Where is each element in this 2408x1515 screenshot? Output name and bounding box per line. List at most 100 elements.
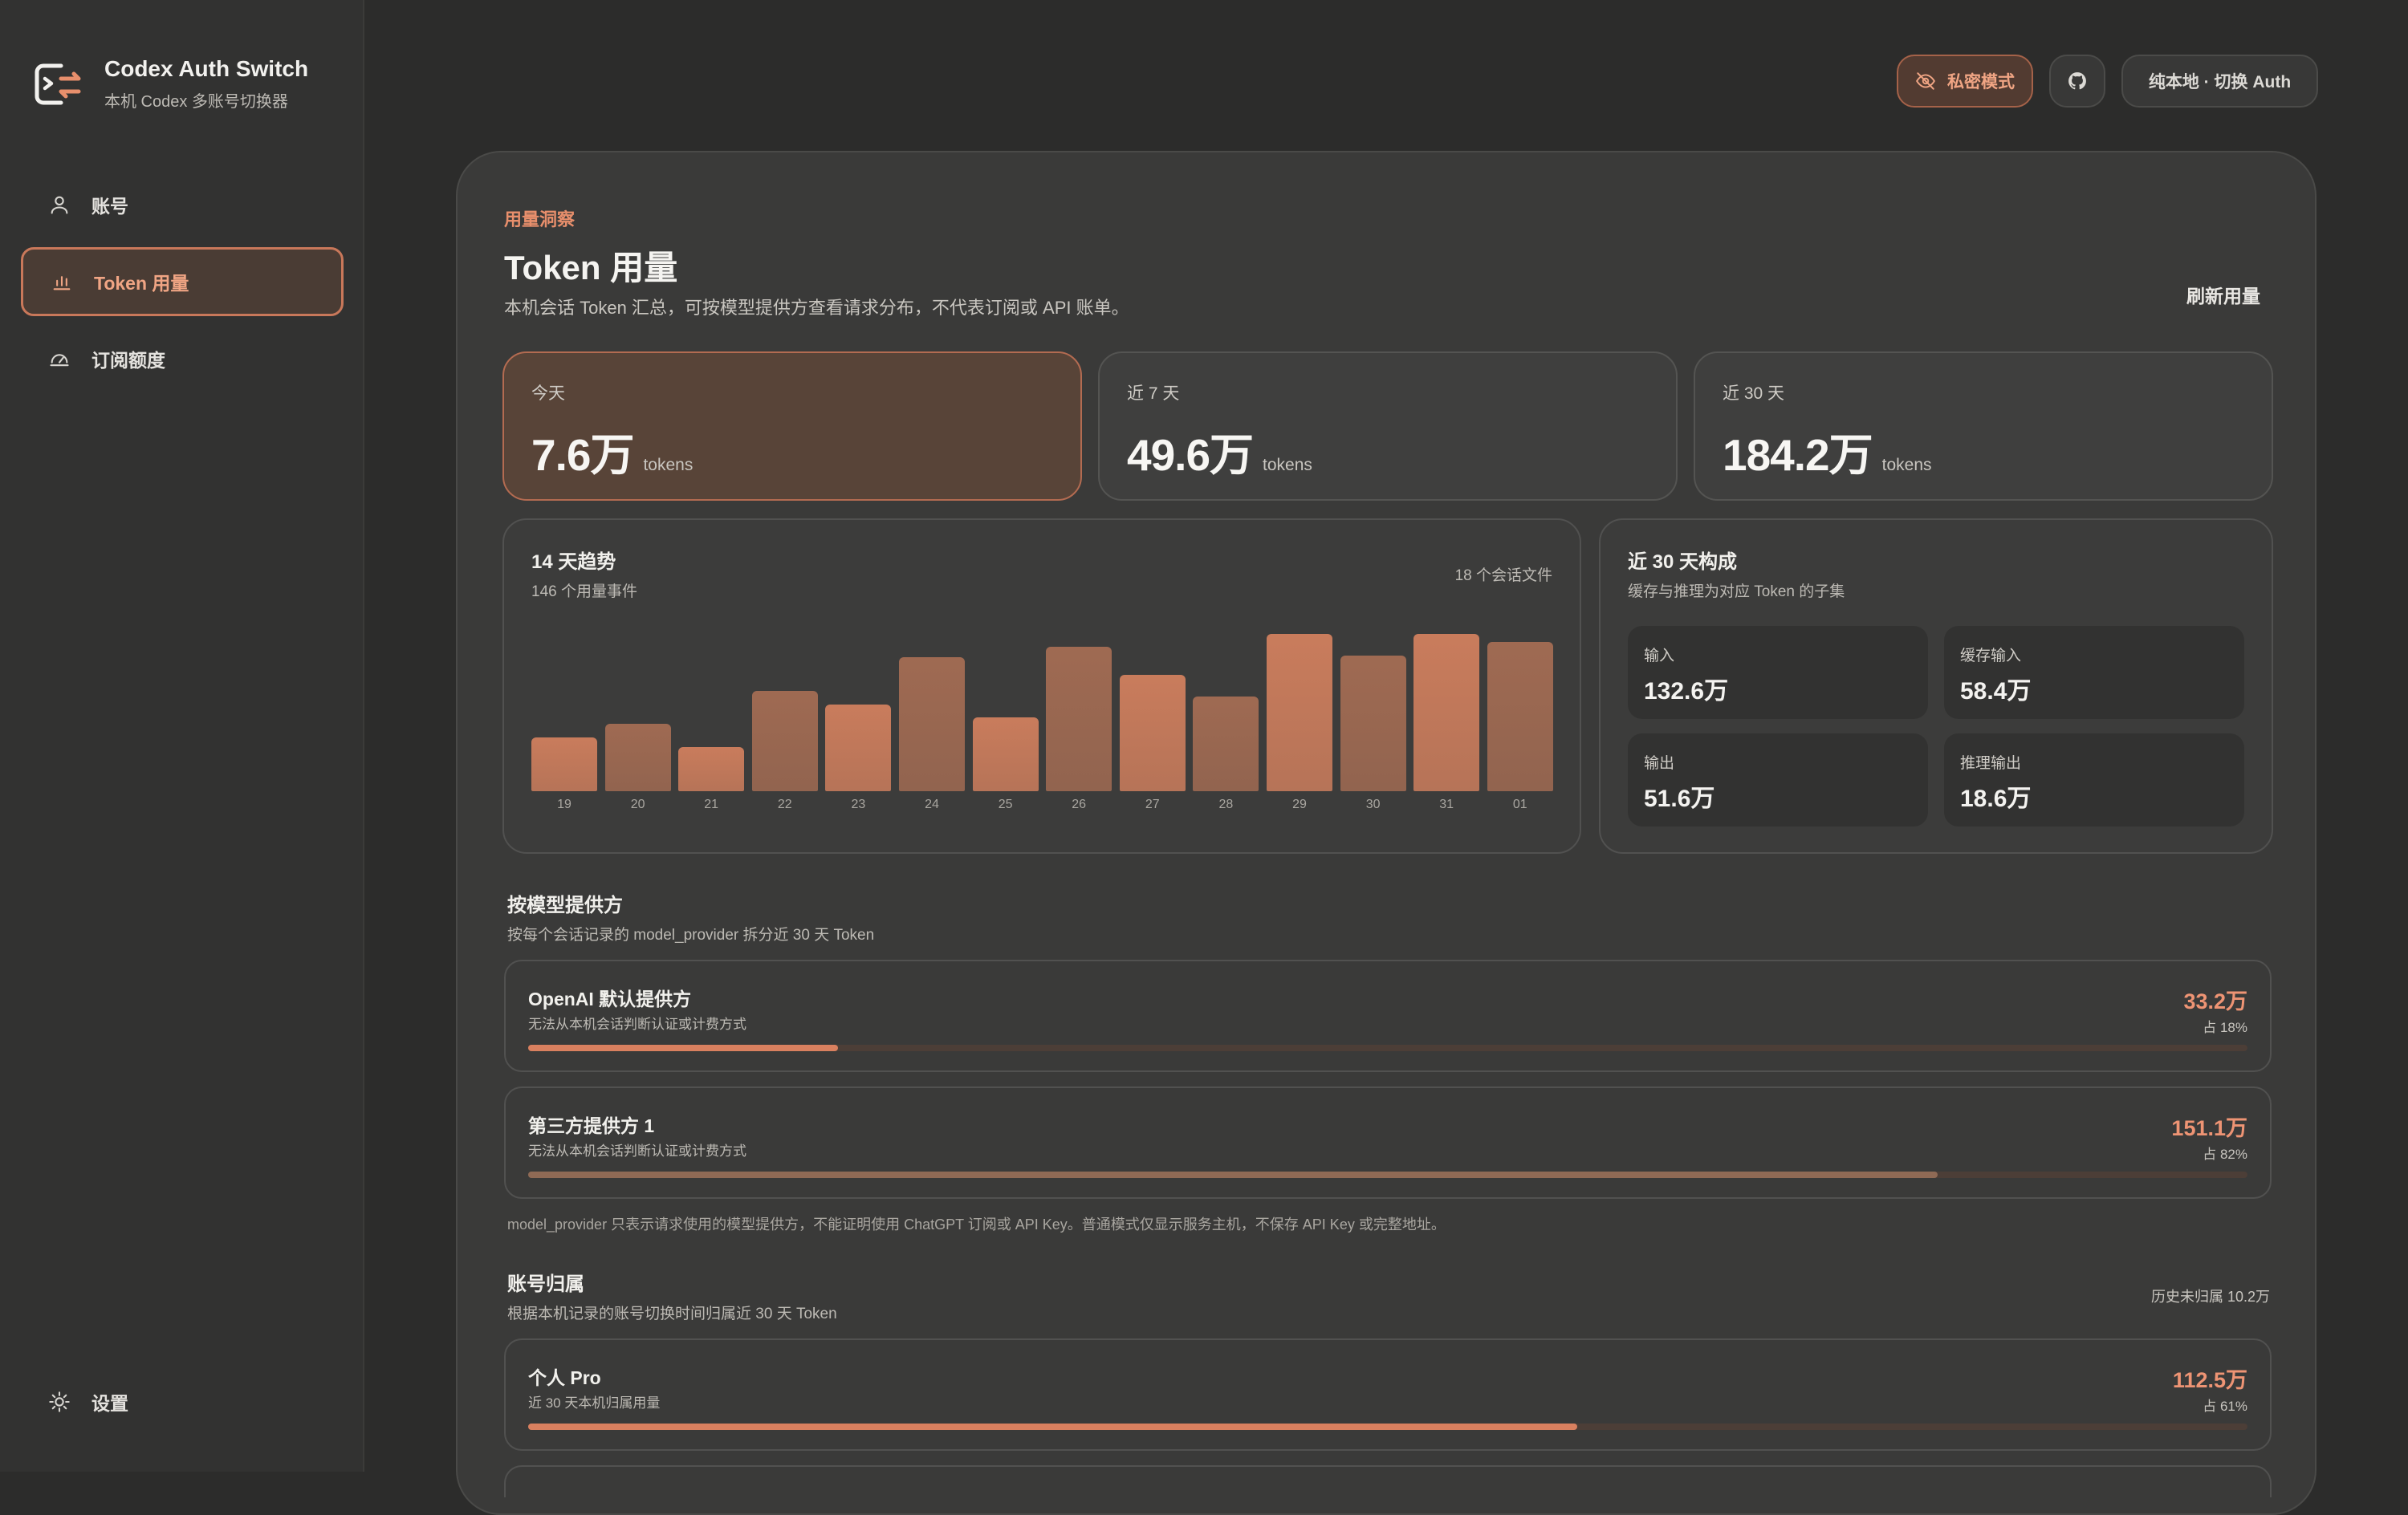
provider-value: 151.1万 <box>2171 1116 2247 1140</box>
main-content: 私密模式 纯本地 · 切换 Auth 用量洞察 Token 用量 本机会话 To… <box>364 0 2408 1515</box>
trend-bar-label: 24 <box>925 798 939 811</box>
trend-card: 14 天趋势 146 个用量事件 18 个会话文件 19 20 21 22 23 24 25… <box>502 518 1581 854</box>
provider-name: OpenAI 默认提供方 <box>528 989 692 1009</box>
page-eyebrow: 用量洞察 <box>504 209 576 229</box>
mini-value: 58.4万 <box>1960 678 2032 705</box>
stat-card-30d[interactable]: 近 30 天 184.2万 tokens <box>1694 351 2273 501</box>
account-share: 占 61% <box>2203 1399 2247 1414</box>
accounts-subtitle: 根据本机记录的账号切换时间归属近 30 天 Token <box>507 1306 837 1322</box>
trend-bar-label: 01 <box>1512 798 1527 811</box>
stat-card-today[interactable]: 今天 7.6万 tokens <box>502 351 1082 501</box>
user-icon <box>51 196 68 214</box>
trend-bar-23 <box>825 705 892 791</box>
mini-label: 缓存输入 <box>1960 648 2022 664</box>
stat-unit: tokens <box>643 456 694 474</box>
sidebar-item-label: 账号 <box>92 196 128 217</box>
mini-label: 输出 <box>1644 755 1675 772</box>
sidebar-item-accounts[interactable]: 账号 <box>21 170 344 239</box>
composition-subtitle: 缓存与推理为对应 Token 的子集 <box>1628 583 1845 600</box>
provider-desc: 无法从本机会话判断认证或计费方式 <box>528 1143 746 1159</box>
bar-chart-icon <box>53 276 71 290</box>
stat-value: 184.2万 tokens <box>1723 430 1932 480</box>
provider-note: model_provider 只表示请求使用的模型提供方，不能证明使用 Chat… <box>507 1216 1446 1233</box>
trend-bar-26 <box>1046 647 1112 791</box>
provider-desc: 无法从本机会话判断认证或计费方式 <box>528 1017 746 1032</box>
trend-bar-21 <box>678 747 745 791</box>
mini-value: 18.6万 <box>1960 786 2032 812</box>
composition-reasoning-output: 推理输出 18.6万 <box>1944 733 2244 827</box>
composition-output: 输出 51.6万 <box>1628 733 1928 827</box>
trend-bar-27 <box>1119 675 1186 791</box>
sidebar-item-token-usage[interactable]: Token 用量 <box>21 247 344 316</box>
refresh-usage-button[interactable]: 刷新用量 <box>2186 281 2260 308</box>
stat-label: 近 7 天 <box>1127 384 1180 403</box>
composition-input: 输入 132.6万 <box>1628 626 1928 719</box>
trend-bar-22 <box>751 691 818 791</box>
trend-bar-label: 28 <box>1218 798 1234 811</box>
sidebar-item-settings[interactable]: 设置 <box>48 1388 128 1415</box>
trend-title: 14 天趋势 <box>531 551 616 573</box>
private-mode-button[interactable]: 私密模式 <box>1897 55 2033 108</box>
sidebar-item-label: Token 用量 <box>94 273 189 294</box>
stat-label: 近 30 天 <box>1723 384 1785 403</box>
trend-bar-label: 21 <box>704 798 719 811</box>
provider-progress-fill <box>528 1172 1938 1178</box>
trend-bar-25 <box>972 717 1039 791</box>
account-name: 个人 Pro <box>528 1367 601 1388</box>
topbar: 私密模式 纯本地 · 切换 Auth <box>1897 55 2318 108</box>
account-progress-track <box>528 1424 2247 1430</box>
trend-bar-31 <box>1413 634 1480 791</box>
trend-bar-29 <box>1267 634 1332 791</box>
trend-bar-label: 25 <box>998 798 1013 811</box>
github-button[interactable] <box>2049 55 2105 108</box>
stat-value: 49.6万 tokens <box>1127 430 1312 480</box>
trend-bar-label: 20 <box>630 798 645 811</box>
local-auth-badge: 纯本地 · 切换 Auth <box>2121 55 2318 108</box>
composition-card: 近 30 天构成 缓存与推理为对应 Token 的子集 输入 132.6万 缓存… <box>1599 518 2273 854</box>
settings-label: 设置 <box>92 1393 128 1414</box>
provider-row[interactable]: 第三方提供方 1 无法从本机会话判断认证或计费方式 151.1万 占 82% <box>504 1086 2272 1199</box>
trend-bar-19 <box>531 737 597 791</box>
trend-subtitle: 146 个用量事件 <box>531 583 637 600</box>
account-row[interactable]: 个人 Pro 近 30 天本机归属用量 112.5万 占 61% <box>504 1338 2272 1451</box>
trend-bar-label: 30 <box>1365 798 1381 811</box>
trend-bar-28 <box>1193 697 1259 791</box>
provider-share: 占 82% <box>2203 1147 2247 1162</box>
provider-value: 33.2万 <box>2183 989 2247 1013</box>
app-logo-icon <box>35 63 81 104</box>
github-icon <box>2068 72 2086 90</box>
trend-bar-label: 29 <box>1292 798 1307 811</box>
provider-progress-track <box>528 1172 2247 1178</box>
composition-title: 近 30 天构成 <box>1628 551 1738 573</box>
trend-bar-24 <box>899 657 965 791</box>
page-description: 本机会话 Token 汇总，可按模型提供方查看请求分布，不代表订阅或 API 账… <box>504 298 1129 318</box>
sidebar-item-subscription[interactable]: 订阅额度 <box>21 324 344 393</box>
account-row-partial <box>504 1465 2272 1497</box>
provider-row[interactable]: OpenAI 默认提供方 无法从本机会话判断认证或计费方式 33.2万 占 18… <box>504 960 2272 1072</box>
stat-unit: tokens <box>1881 456 1932 474</box>
trend-bar-01 <box>1487 642 1553 791</box>
accounts-title: 账号归属 <box>507 1273 584 1295</box>
trend-bar-label: 22 <box>777 798 792 811</box>
sidebar-item-label: 订阅额度 <box>92 350 165 371</box>
mini-value: 51.6万 <box>1644 786 1715 812</box>
account-progress-fill <box>528 1424 1577 1430</box>
provider-share: 占 18% <box>2203 1020 2247 1035</box>
settings-sun-icon <box>49 1391 70 1412</box>
composition-cached-input: 缓存输入 58.4万 <box>1944 626 2244 719</box>
trend-bar-30 <box>1340 656 1406 791</box>
brand: Codex Auth Switch 本机 Codex 多账号切换器 <box>32 56 308 112</box>
provider-progress-fill <box>528 1045 838 1051</box>
eye-off-icon <box>1916 72 1935 90</box>
stat-label: 今天 <box>531 384 565 403</box>
provider-name: 第三方提供方 1 <box>528 1115 655 1136</box>
mini-label: 推理输出 <box>1960 755 2022 772</box>
stat-unit: tokens <box>1263 456 1312 474</box>
session-files-count: 18 个会话文件 <box>1454 567 1552 584</box>
trend-bar-label: 31 <box>1439 798 1454 811</box>
providers-title: 按模型提供方 <box>507 895 623 916</box>
providers-subtitle: 按每个会话记录的 model_provider 拆分近 30 天 Token <box>507 927 875 944</box>
unassigned-history: 历史未归属 10.2万 <box>2150 1289 2270 1305</box>
stat-card-7d[interactable]: 近 7 天 49.6万 tokens <box>1098 351 1678 501</box>
sidebar: Codex Auth Switch 本机 Codex 多账号切换器 账号 Tok… <box>0 0 364 1472</box>
